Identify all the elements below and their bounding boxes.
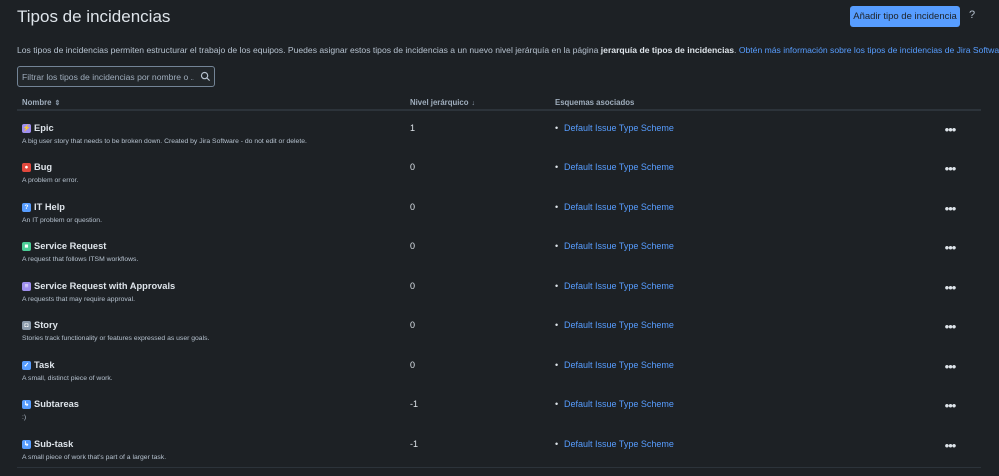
more-actions-icon[interactable]: ••• [942,123,958,138]
service-request-icon: ■ [22,242,31,251]
table-row: ✓ Task A small, distinct piece of work. 0 • D… [17,357,981,396]
hierarchy-level: 0 [410,360,416,370]
list-bullet: • [555,399,559,409]
issue-type-description: An IT problem or question. [22,217,102,224]
scheme-link[interactable]: Default Issue Type Scheme [564,281,674,291]
issue-type-name[interactable]: Epic [34,123,54,133]
sort-icon[interactable]: ⇕ [54,100,60,107]
it-help-icon: ? [22,203,31,212]
issue-type-name[interactable]: IT Help [34,202,65,212]
column-schemes-label: Esquemas asociados [555,98,635,107]
scheme-link[interactable]: Default Issue Type Scheme [564,123,674,133]
search-input[interactable] [22,70,194,83]
list-bullet: • [555,241,559,251]
hierarchy-level: 0 [410,162,416,172]
table-bottom-divider [17,467,981,468]
list-bullet: • [555,360,559,370]
help-icon[interactable]: ? [966,9,978,23]
task-icon: ✓ [22,361,31,370]
issue-type-description: A small, distinct piece of work. [22,375,113,382]
epic-icon: ⚡ [22,124,31,133]
scheme-link[interactable]: Default Issue Type Scheme [564,439,674,449]
more-actions-icon[interactable]: ••• [942,399,958,414]
table-row: ◘ Story Stories track functionality or fea… [17,317,981,356]
issue-type-description: Stories track functionality or features … [22,335,210,342]
table-row: ↳ Sub-task A small piece of work that's pa… [17,436,981,475]
list-bullet: • [555,320,559,330]
issue-type-description: A requests that may require approval. [22,296,135,303]
more-actions-icon[interactable]: ••• [942,202,958,217]
search-icon [200,71,211,82]
table-row: ■ Service Request A request that follows I… [17,238,981,277]
more-actions-icon[interactable]: ••• [942,360,958,375]
table-row: ⚡ Epic A big user story that needs to be b… [17,120,981,159]
list-bullet: • [555,202,559,212]
more-actions-icon[interactable]: ••• [942,439,958,454]
issue-type-description: :) [22,414,27,421]
hierarchy-level: -1 [410,439,419,449]
hierarchy-level: 1 [410,123,416,133]
hierarchy-level: 0 [410,241,416,251]
more-actions-icon[interactable]: ••• [942,241,958,256]
list-bullet: • [555,281,559,291]
issue-type-name[interactable]: Bug [34,162,52,172]
more-actions-icon[interactable]: ••• [942,281,958,296]
hierarchy-level: 0 [410,202,416,212]
column-header-level[interactable]: Nivel jerárquico ↓ [410,98,475,107]
column-header-name[interactable]: Nombre ⇕ [22,98,60,107]
issue-type-name[interactable]: Sub-task [34,439,73,449]
issue-type-name[interactable]: Service Request [34,241,106,251]
issue-type-description: A big user story that needs to be broken… [22,138,307,145]
page-description: Los tipos de incidencias permiten estruc… [17,45,999,55]
hierarchy-level: 0 [410,320,416,330]
scheme-link[interactable]: Default Issue Type Scheme [564,202,674,212]
column-level-label: Nivel jerárquico [410,98,469,107]
list-bullet: • [555,123,559,133]
hierarchy-level: 0 [410,281,416,291]
more-actions-icon[interactable]: ••• [942,162,958,177]
column-header-schemes: Esquemas asociados [555,98,634,107]
hierarchy-page-reference: jerarquía de tipos de incidencias [600,45,735,55]
service-request-approvals-icon: ≡ [22,282,31,291]
learn-more-link[interactable]: Obtén más información sobre los tipos de… [739,45,999,55]
table-row: ● Bug A problem or error. 0 • Default Issue T… [17,159,981,198]
bug-icon: ● [22,163,31,172]
scheme-link[interactable]: Default Issue Type Scheme [564,320,674,330]
scheme-link[interactable]: Default Issue Type Scheme [564,399,674,409]
page-title: Tipos de incidencias [17,7,171,26]
scheme-link[interactable]: Default Issue Type Scheme [564,360,674,370]
column-name-label: Nombre [22,98,52,107]
issue-type-description: A small piece of work that's part of a l… [22,454,167,461]
table-row: ≡ Service Request with Approvals A request… [17,278,981,317]
issue-types-page: Tipos de incidencias Añadir tipo de inci… [0,0,999,476]
hierarchy-level: -1 [410,399,419,409]
scheme-link[interactable]: Default Issue Type Scheme [564,162,674,172]
more-actions-icon[interactable]: ••• [942,320,958,335]
subtask-icon: ↳ [22,400,31,409]
add-issue-type-button[interactable]: Añadir tipo de incidencia [850,6,960,27]
subtask-icon: ↳ [22,440,31,449]
issue-type-description: A problem or error. [22,177,79,184]
list-bullet: • [555,162,559,172]
story-icon: ◘ [22,321,31,330]
issue-type-description: A request that follows ITSM workflows. [22,256,139,263]
table-header: Nombre ⇕ Nivel jerárquico ↓ Esquemas asoci… [17,96,981,111]
issue-type-name[interactable]: Subtareas [34,399,79,409]
list-bullet: • [555,439,559,449]
scheme-link[interactable]: Default Issue Type Scheme [564,241,674,251]
table-row: ↳ Subtareas:) -1 • Default Issue Type Scheme… [17,396,981,435]
issue-type-name[interactable]: Service Request with Approvals [34,281,175,291]
search-box [17,66,215,87]
issue-type-name[interactable]: Task [34,360,55,370]
table-row: ? IT Help An IT problem or question. 0 • Defa… [17,199,981,238]
sort-descending-icon[interactable]: ↓ [472,100,476,107]
issue-type-name[interactable]: Story [34,320,58,330]
description-text: Los tipos de incidencias permiten estruc… [17,45,601,55]
